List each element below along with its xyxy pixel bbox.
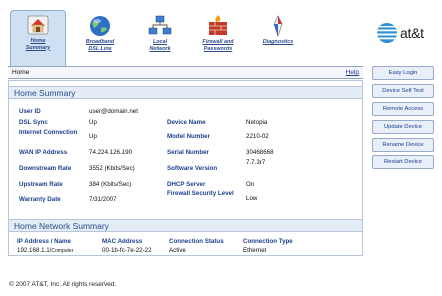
restart-device-button[interactable]: Restart Device bbox=[372, 155, 434, 169]
home-summary-title: Home Summary bbox=[14, 88, 76, 98]
network-row-mac: 00-1b-fc-7e-22-22 bbox=[102, 247, 152, 254]
firewall-security-label: Firewall Security Level bbox=[167, 190, 234, 197]
tab-label-line2: DSL Line bbox=[88, 45, 112, 52]
tab-firewall-and-passwords[interactable]: Firewall and Passwords bbox=[190, 12, 246, 62]
upstream-rate-label: Upstream Rate bbox=[19, 181, 63, 188]
warranty-date-label: Warranty Date bbox=[19, 196, 61, 203]
tab-home-summary[interactable]: Home Summary bbox=[10, 10, 66, 66]
warranty-date-value: 7/31/2007 bbox=[89, 196, 117, 203]
tab-label-line1: Diagnostics bbox=[262, 39, 294, 45]
col-connection-status: Connection Status bbox=[169, 238, 224, 245]
col-mac-address: MAC Address bbox=[102, 238, 143, 245]
internet-connection-label: Internet Connection bbox=[19, 129, 78, 136]
downstream-rate-label: Downstream Rate bbox=[19, 165, 72, 172]
network-icon bbox=[148, 15, 172, 35]
brand-wordmark: at&t bbox=[400, 25, 424, 41]
breadcrumb-current: Home bbox=[12, 69, 30, 76]
copyright-footer: © 2007 AT&T, Inc. All rights reserved. bbox=[9, 281, 117, 288]
tab-broadband-dsl-line[interactable]: Broadband DSL Line bbox=[72, 12, 128, 62]
att-globe-icon bbox=[377, 23, 397, 43]
home-network-title: Home Network Summary bbox=[14, 221, 109, 231]
firewall-security-value: Low bbox=[246, 195, 258, 202]
network-row-ip-address: 192.168.1.1/ bbox=[17, 247, 52, 254]
dhcp-server-value: On bbox=[246, 181, 255, 188]
network-row-status: Active bbox=[169, 247, 186, 254]
home-summary-header: Home Summary bbox=[9, 86, 362, 99]
upstream-rate-value: 384 (Kbits/Sec) bbox=[89, 181, 132, 188]
col-connection-type: Connection Type bbox=[243, 238, 293, 245]
wan-ip-label: WAN IP Address bbox=[19, 149, 68, 156]
software-version-label: Software Version bbox=[167, 165, 218, 172]
remote-access-button[interactable]: Remote Access bbox=[372, 102, 434, 116]
network-row-type: Ethernet bbox=[243, 247, 267, 254]
wan-ip-value: 74.224.126.190 bbox=[89, 149, 133, 156]
serial-number-value: 30468668 bbox=[246, 149, 274, 156]
device-name-value: Netopia bbox=[246, 119, 268, 126]
serial-number-label: Serial Number bbox=[167, 149, 209, 156]
internet-connection-value: Up bbox=[89, 133, 97, 140]
att-logo: at&t bbox=[376, 22, 438, 44]
tab-diagnostics[interactable]: Diagnostics bbox=[250, 12, 306, 62]
device-name-label: Device Name bbox=[167, 119, 206, 126]
tab-label-line2: Network bbox=[149, 45, 171, 52]
rename-device-button[interactable]: Rename Device bbox=[372, 138, 434, 152]
main-panel: Home Summary User ID user@domain.net DSL… bbox=[8, 80, 363, 256]
user-id-label: User ID bbox=[19, 108, 41, 115]
dsl-sync-value: Up bbox=[89, 119, 97, 126]
diagnostics-icon bbox=[273, 15, 283, 38]
model-number-label: Model Number bbox=[167, 133, 210, 140]
firewall-icon bbox=[209, 15, 227, 35]
device-self-test-button[interactable]: Device Self Test bbox=[372, 84, 434, 98]
network-row-device-name: Computer bbox=[51, 248, 74, 254]
downstream-rate-value: 3552 (Kbits/Sec) bbox=[89, 165, 135, 172]
user-id-value: user@domain.net bbox=[89, 108, 138, 115]
dhcp-server-label: DHCP Server bbox=[167, 181, 206, 188]
col-ip-address-name: IP Address / Name bbox=[17, 238, 71, 245]
home-network-header: Home Network Summary bbox=[9, 219, 362, 232]
network-row-ip: 192.168.1.1/Computer bbox=[17, 247, 73, 254]
dsl-sync-label: DSL Sync bbox=[19, 119, 48, 126]
easy-login-button[interactable]: Easy Login bbox=[372, 66, 434, 80]
model-number-value: 2210-02 bbox=[246, 133, 269, 140]
help-link[interactable]: Help bbox=[346, 69, 359, 76]
tab-label-line2: Summary bbox=[25, 44, 51, 51]
house-icon bbox=[27, 15, 49, 35]
globe-icon bbox=[90, 16, 110, 36]
top-navigation: Home Summary Broadband DSL Line Local Ne… bbox=[0, 0, 442, 66]
software-version-value: 7.7.3r7 bbox=[246, 159, 266, 166]
update-device-button[interactable]: Update Device bbox=[372, 120, 434, 134]
breadcrumb: Home Help bbox=[8, 66, 363, 79]
tab-local-network[interactable]: Local Network bbox=[132, 12, 188, 62]
tab-label-line2: Passwords bbox=[203, 45, 233, 52]
